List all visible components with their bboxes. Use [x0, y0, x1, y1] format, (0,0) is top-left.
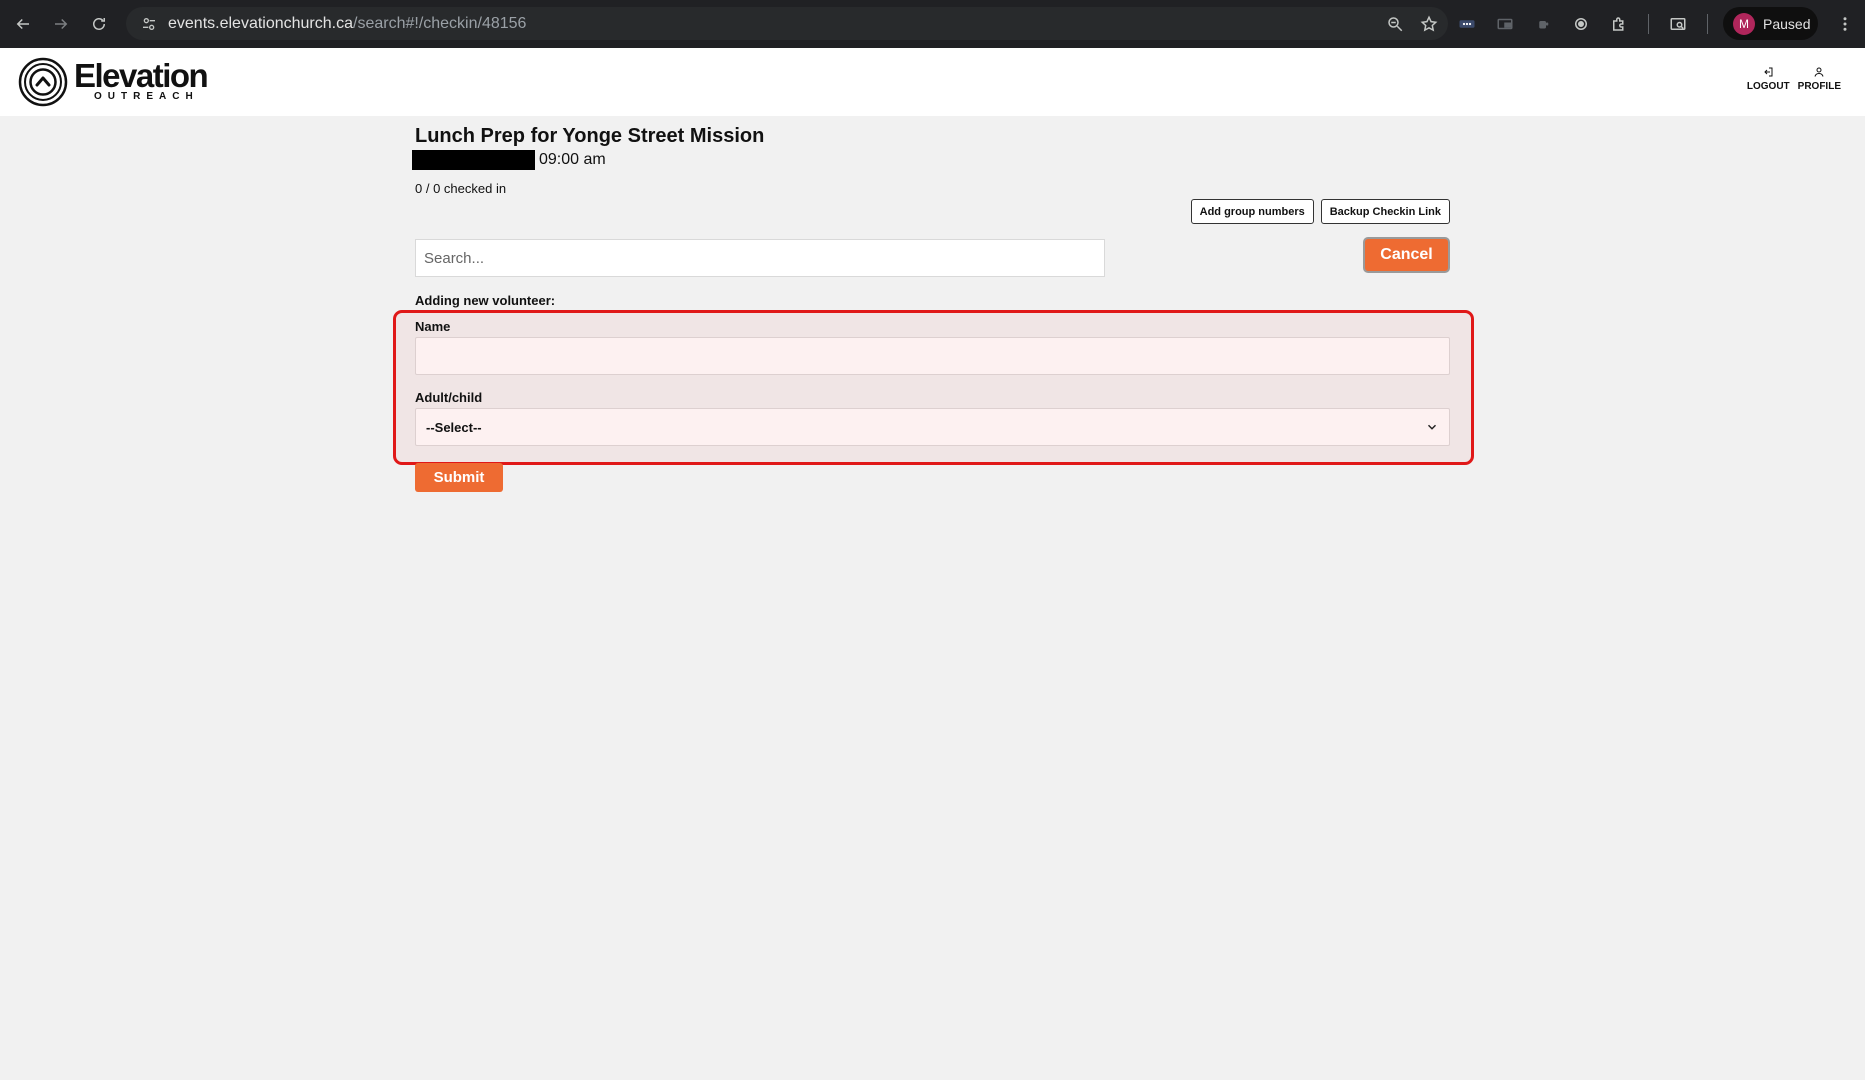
logo-wordmark: Elevation: [74, 57, 209, 94]
submit-button[interactable]: Submit: [415, 463, 503, 492]
zoom-icon[interactable]: [1386, 15, 1404, 33]
chevron-down-icon: [1427, 424, 1437, 430]
logout-label: LOGOUT: [1746, 81, 1790, 92]
avatar: M: [1733, 12, 1755, 35]
elevation-logo-icon: [18, 57, 68, 107]
tab-search-icon[interactable]: [1669, 15, 1687, 33]
event-title: Lunch Prep for Yonge Street Mission: [415, 125, 765, 147]
toolbar-separator: [1707, 14, 1708, 34]
toolbar-separator: [1648, 14, 1649, 34]
name-field[interactable]: [415, 337, 1450, 375]
bookmark-star-icon[interactable]: [1420, 15, 1438, 33]
extension-cup-icon[interactable]: [1534, 15, 1552, 33]
site-logo[interactable]: Elevation OUTREACH: [18, 57, 209, 107]
adult-child-selected: --Select--: [426, 419, 482, 435]
logo-subtitle: OUTREACH: [94, 91, 199, 102]
reload-icon: [93, 18, 105, 30]
checked-in-count: 0 / 0 checked in: [415, 181, 507, 196]
tune-icon: [143, 17, 155, 30]
event-time: 09:00 am: [539, 151, 606, 168]
extension-picture-icon[interactable]: [1496, 15, 1514, 33]
new-volunteer-heading: Adding new volunteer:: [415, 293, 556, 308]
extension-dots-icon[interactable]: [1458, 15, 1476, 33]
name-label: Name: [415, 319, 451, 334]
redacted-date: [412, 150, 535, 170]
profile-label: PROFILE: [1797, 81, 1841, 92]
forward-button[interactable]: [42, 0, 80, 48]
logout-link[interactable]: LOGOUT: [1747, 66, 1790, 92]
url-text[interactable]: events.elevationchurch.ca/search#!/check…: [168, 15, 526, 33]
cancel-button[interactable]: Cancel: [1363, 237, 1450, 273]
profile-link[interactable]: PROFILE: [1798, 66, 1841, 92]
profile-chip[interactable]: M Paused: [1723, 7, 1818, 40]
site-settings-button[interactable]: [132, 16, 166, 32]
extensions-puzzle-icon[interactable]: [1610, 15, 1628, 33]
back-button[interactable]: [4, 0, 42, 48]
arrow-right-icon: [55, 18, 68, 30]
browser-toolbar: events.elevationchurch.ca/search#!/check…: [0, 0, 1865, 48]
user-icon: [1814, 67, 1824, 77]
address-bar[interactable]: events.elevationchurch.ca/search#!/check…: [126, 7, 1448, 40]
add-group-numbers-button[interactable]: Add group numbers: [1190, 199, 1314, 224]
backup-checkin-link-button[interactable]: Backup Checkin Link: [1320, 199, 1450, 224]
url-host: events.elevationchurch.ca: [168, 14, 353, 32]
more-vertical-icon: [1843, 17, 1847, 31]
adult-child-select[interactable]: --Select--: [415, 408, 1450, 446]
adult-child-label: Adult/child: [415, 390, 483, 405]
reload-button[interactable]: [80, 0, 118, 48]
profile-status: Paused: [1763, 15, 1811, 32]
browser-menu-button[interactable]: [1830, 0, 1860, 48]
logout-icon: [1764, 67, 1773, 77]
url-path: /search#!/checkin/48156: [353, 14, 527, 32]
arrow-left-icon: [16, 18, 29, 30]
event-datetime: 09:00 am: [412, 150, 606, 170]
search-input[interactable]: [415, 239, 1105, 277]
extension-gear-icon[interactable]: [1572, 15, 1590, 33]
site-header: Elevation OUTREACH LOGOUT PROFILE: [0, 48, 1865, 116]
